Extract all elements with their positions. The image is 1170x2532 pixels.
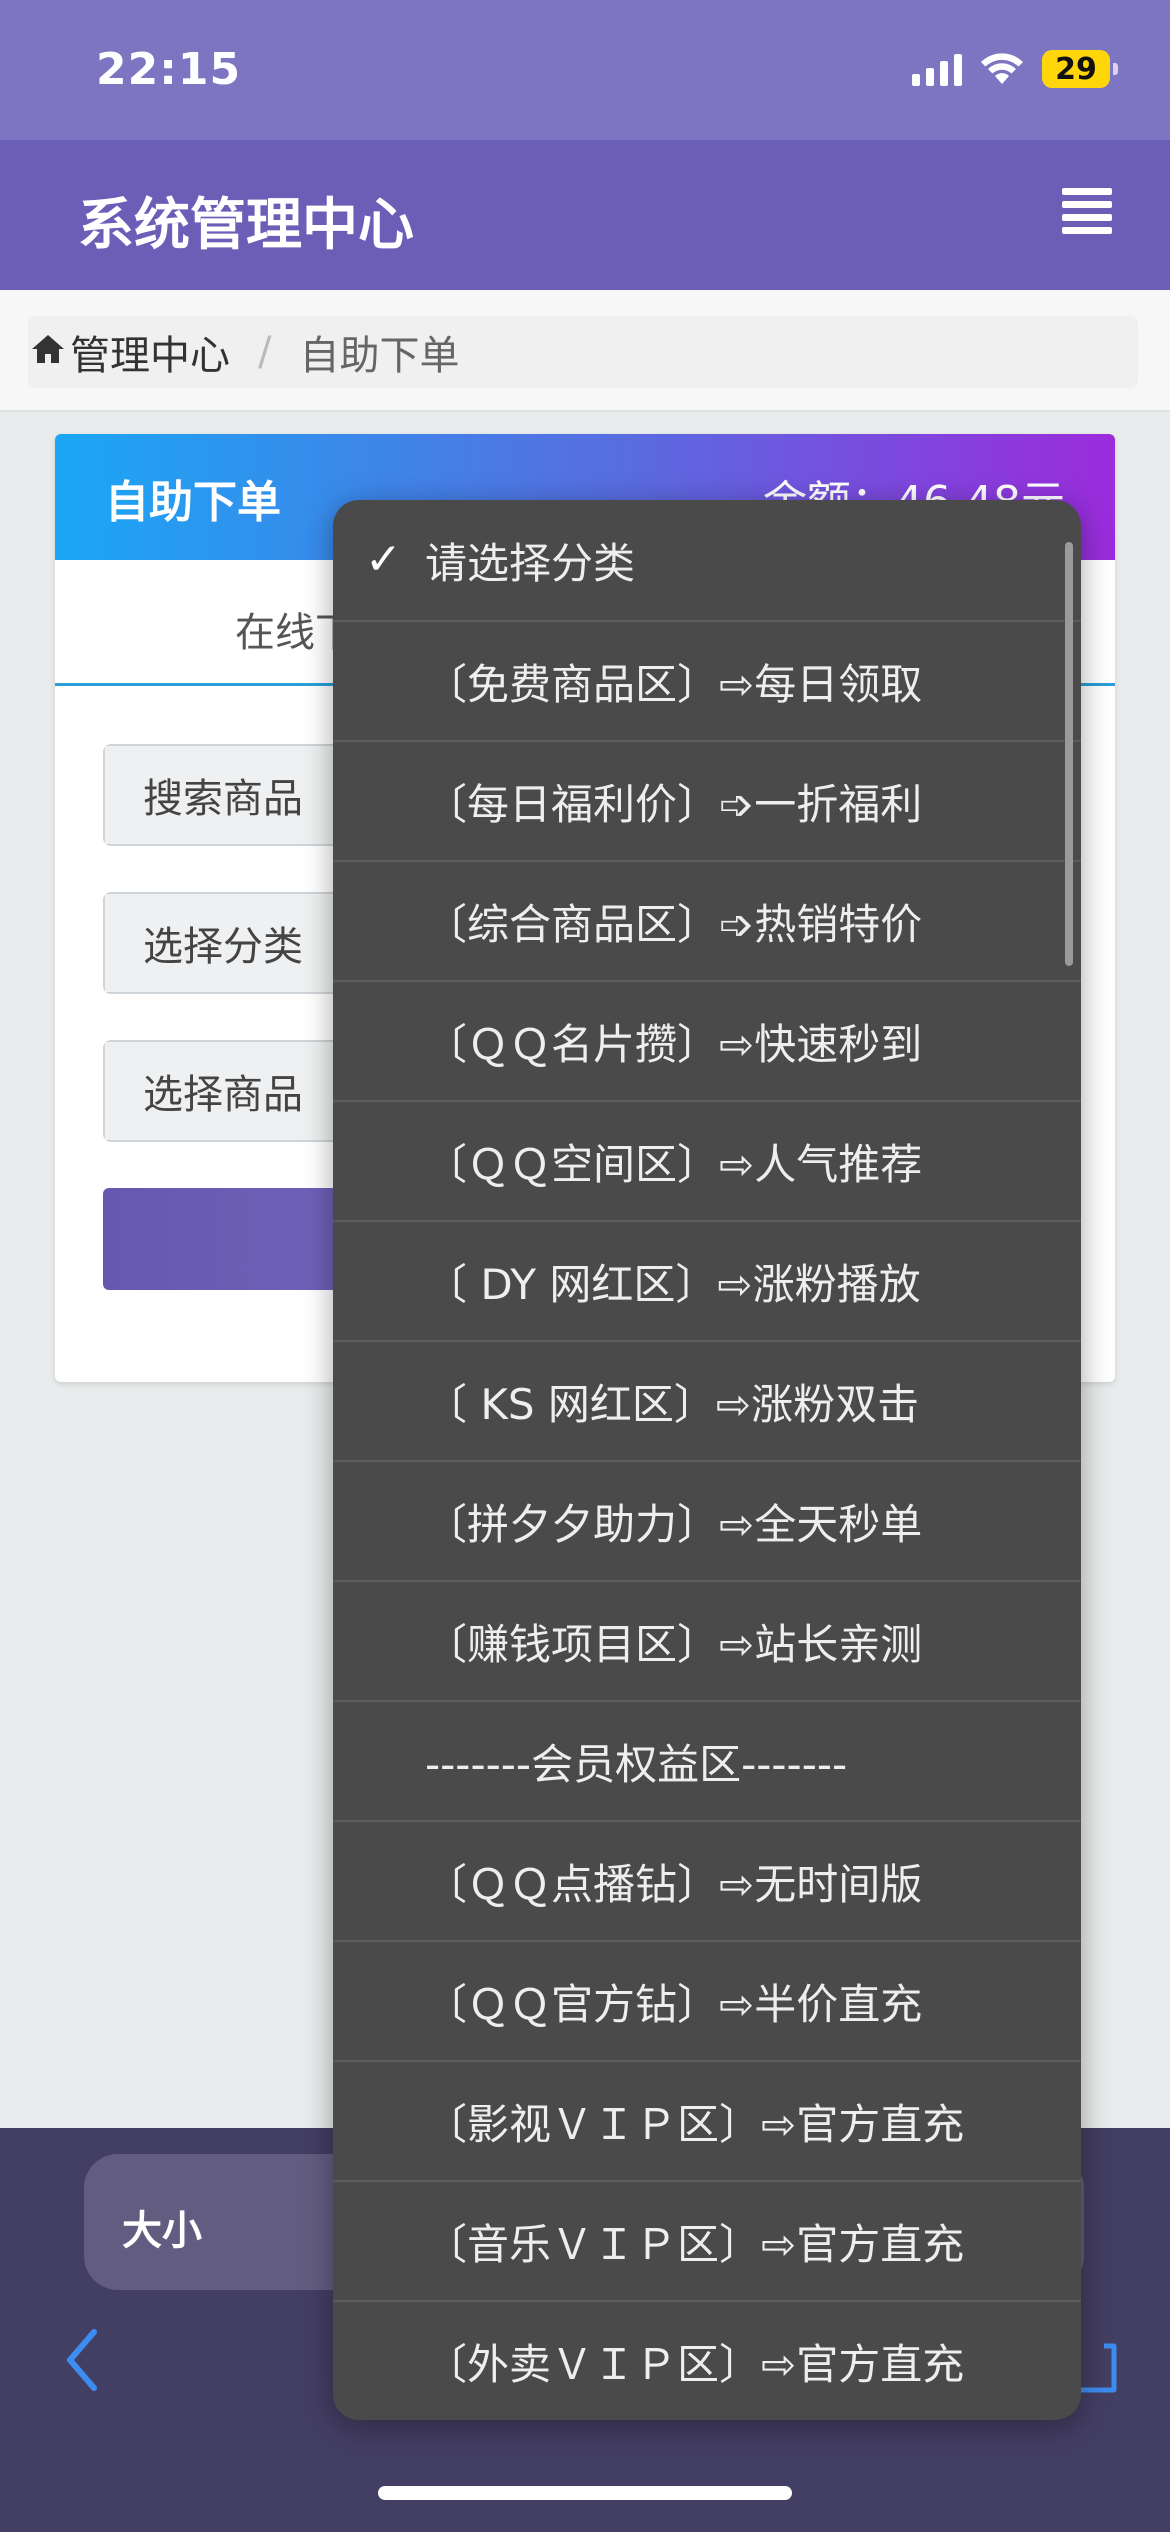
dropdown-option-label: 〔 DY 网红区〕⇨涨粉播放 <box>425 1259 921 1309</box>
dropdown-option[interactable]: 〔每日福利价〕➩一折福利 <box>333 742 1081 862</box>
card-title: 自助下单 <box>105 477 281 528</box>
text-size-button[interactable]: 大小 <box>122 2198 202 2256</box>
dropdown-option-label: 〔拼夕夕助力〕⇨全天秒单 <box>425 1499 923 1549</box>
status-bar: 22:15 29 <box>0 0 1170 140</box>
home-icon <box>30 329 66 375</box>
dropdown-option[interactable]: 〔综合商品区〕➩热销特价 <box>333 862 1081 982</box>
page-title: 系统管理中心 <box>78 193 414 258</box>
dropdown-option[interactable]: 〔拼夕夕助力〕⇨全天秒单 <box>333 1462 1081 1582</box>
dropdown-option-label: -------会员权益区------- <box>425 1739 848 1789</box>
dropdown-option-label: 〔音乐ＶＩＰ区〕⇨官方直充 <box>425 2219 965 2269</box>
home-indicator <box>378 2486 792 2500</box>
dropdown-option[interactable]: 〔ＱＱ空间区〕⇨人气推荐 <box>333 1102 1081 1222</box>
dropdown-option[interactable]: 〔ＱＱ点播钻〕⇨无时间版 <box>333 1822 1081 1942</box>
dropdown-option-label: 〔赚钱项目区〕⇨站长亲测 <box>425 1619 923 1669</box>
dropdown-option[interactable]: 〔ＱＱ官方钻〕⇨半价直充 <box>333 1942 1081 2062</box>
status-icons: 29 <box>912 50 1118 88</box>
dropdown-option-label: 〔免费商品区〕⇨每日领取 <box>425 659 923 709</box>
breadcrumb-bar: 管理中心 / 自助下单 <box>0 290 1170 412</box>
dropdown-option[interactable]: 〔音乐ＶＩＰ区〕⇨官方直充 <box>333 2182 1081 2302</box>
app-header: 系统管理中心 <box>0 140 1170 290</box>
breadcrumb-home-link[interactable]: 管理中心 <box>70 323 230 381</box>
dropdown-option[interactable]: 〔免费商品区〕⇨每日领取 <box>333 622 1081 742</box>
status-time: 22:15 <box>96 44 242 95</box>
dropdown-option[interactable]: 〔外卖ＶＩＰ区〕⇨官方直充 <box>333 2302 1081 2420</box>
category-label: 选择分类 <box>105 894 335 992</box>
dropdown-option-label: 请选择分类 <box>425 538 636 588</box>
category-dropdown[interactable]: ✓ 请选择分类 〔免费商品区〕⇨每日领取 〔每日福利价〕➩一折福利 〔综合商品区… <box>333 500 1081 2420</box>
dropdown-option[interactable]: 〔赚钱项目区〕⇨站长亲测 <box>333 1582 1081 1702</box>
back-icon[interactable] <box>62 2328 102 2396</box>
product-label: 选择商品 <box>105 1042 335 1140</box>
dropdown-option-label: 〔ＱＱ点播钻〕⇨无时间版 <box>425 1859 923 1909</box>
search-product-label: 搜索商品 <box>105 746 335 844</box>
dropdown-option-label: 〔 KS 网红区〕⇨涨粉双击 <box>425 1379 920 1429</box>
dropdown-option[interactable]: 〔 DY 网红区〕⇨涨粉播放 <box>333 1222 1081 1342</box>
dropdown-scrollbar[interactable] <box>1065 542 1073 966</box>
breadcrumb: 管理中心 / 自助下单 <box>28 316 1138 388</box>
dropdown-option-label: 〔ＱＱ名片攒〕⇨快速秒到 <box>425 1019 923 1069</box>
battery-icon: 29 <box>1042 50 1118 88</box>
breadcrumb-current: 自助下单 <box>299 333 460 379</box>
wifi-icon <box>980 52 1024 86</box>
hamburger-menu-icon[interactable] <box>1062 188 1112 234</box>
dropdown-option[interactable]: 〔ＱＱ名片攒〕⇨快速秒到 <box>333 982 1081 1102</box>
checkmark-icon: ✓ <box>365 534 402 585</box>
dropdown-option[interactable]: 〔影视ＶＩＰ区〕⇨官方直充 <box>333 2062 1081 2182</box>
dropdown-option-label: 〔外卖ＶＩＰ区〕⇨官方直充 <box>425 2339 965 2389</box>
breadcrumb-separator: / <box>258 329 272 375</box>
dropdown-group-divider: -------会员权益区------- <box>333 1702 1081 1822</box>
dropdown-option[interactable]: ✓ 请选择分类 <box>333 500 1081 622</box>
dropdown-option-label: 〔每日福利价〕➩一折福利 <box>425 779 923 829</box>
dropdown-option[interactable]: 〔 KS 网红区〕⇨涨粉双击 <box>333 1342 1081 1462</box>
dropdown-option-label: 〔ＱＱ空间区〕⇨人气推荐 <box>425 1139 923 1189</box>
dropdown-option-label: 〔影视ＶＩＰ区〕⇨官方直充 <box>425 2099 965 2149</box>
dropdown-option-label: 〔ＱＱ官方钻〕⇨半价直充 <box>425 1979 923 2029</box>
dropdown-option-label: 〔综合商品区〕➩热销特价 <box>425 899 923 949</box>
cellular-signal-icon <box>912 52 962 86</box>
